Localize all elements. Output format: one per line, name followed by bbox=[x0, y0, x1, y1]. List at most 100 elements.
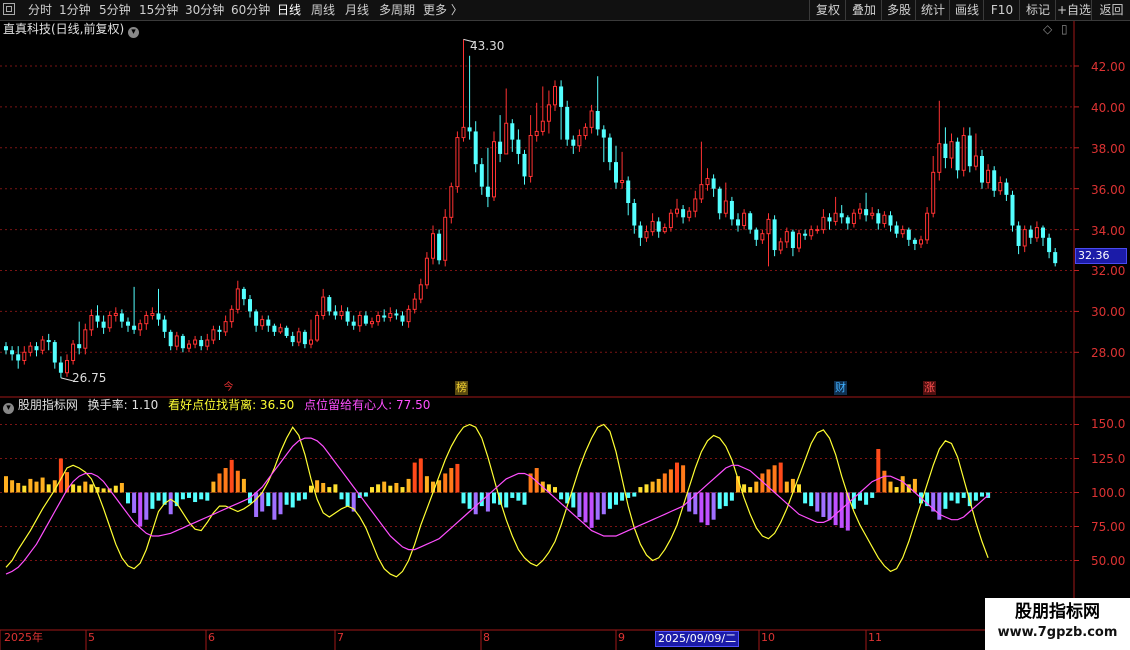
turnover-bar bbox=[235, 470, 240, 493]
turnover-bar bbox=[217, 473, 222, 493]
candle-body bbox=[961, 135, 966, 171]
mark-button[interactable]: 标记 bbox=[1019, 0, 1056, 20]
turnover-bar bbox=[595, 492, 600, 520]
window-layout-icon[interactable] bbox=[3, 3, 15, 15]
turnover-bar bbox=[437, 480, 442, 493]
candle-body bbox=[687, 210, 692, 218]
dropdown-icon[interactable]: ▾ bbox=[128, 27, 140, 38]
panel-toggle-icon[interactable]: ▯ bbox=[1061, 22, 1068, 36]
event-tag-limit-up[interactable]: 涨 bbox=[923, 381, 936, 395]
turnover-bar bbox=[126, 492, 130, 504]
multi-stock-button[interactable]: 多股 bbox=[881, 0, 916, 20]
adjust-button[interactable]: 复权 bbox=[809, 0, 846, 20]
turnover-bar bbox=[321, 482, 326, 493]
candle-body bbox=[223, 321, 228, 333]
turnover-bar bbox=[748, 487, 753, 493]
candle-body bbox=[797, 233, 801, 249]
turnover-bar bbox=[772, 465, 777, 493]
candle-body bbox=[199, 340, 204, 347]
period-tab-60min[interactable]: 60分钟 bbox=[231, 2, 270, 18]
candle-body bbox=[180, 335, 185, 349]
candle-body bbox=[638, 225, 643, 238]
candle-body bbox=[461, 126, 466, 139]
turnover-bar bbox=[784, 481, 789, 493]
turnover-bar bbox=[583, 492, 588, 523]
diamond-icon[interactable]: ◇ bbox=[1043, 22, 1052, 36]
candle-body bbox=[998, 182, 1003, 192]
turnover-bar bbox=[559, 492, 564, 500]
period-tab-15min[interactable]: 15分钟 bbox=[139, 2, 178, 18]
turnover-bar bbox=[461, 492, 466, 504]
turnover-bar bbox=[339, 492, 344, 500]
event-tag-list[interactable]: 榜 bbox=[455, 381, 468, 395]
candle-body bbox=[711, 178, 716, 189]
candle-body bbox=[4, 346, 8, 351]
turnover-bar bbox=[150, 492, 155, 509]
turnover-bar bbox=[467, 492, 472, 509]
more-periods-button[interactable]: 更多 〉 bbox=[423, 2, 463, 18]
candle-body bbox=[193, 339, 198, 345]
candle-body bbox=[833, 212, 838, 222]
turnover-bar bbox=[34, 481, 39, 493]
candle-body bbox=[437, 233, 442, 261]
kline-chart[interactable] bbox=[0, 21, 1130, 650]
candle-body bbox=[906, 229, 911, 240]
turnover-bar bbox=[662, 473, 667, 493]
overlay-button[interactable]: 叠加 bbox=[845, 0, 882, 20]
candle-body bbox=[632, 203, 637, 226]
period-tab-5min[interactable]: 5分钟 bbox=[99, 2, 131, 18]
candle-body bbox=[1041, 227, 1045, 238]
candle-body bbox=[900, 229, 905, 235]
turnover-bar bbox=[516, 492, 521, 501]
period-tab-monthly[interactable]: 月线 bbox=[345, 2, 369, 18]
candle-body bbox=[321, 296, 326, 316]
turnover-bar bbox=[40, 477, 45, 493]
candle-body bbox=[980, 155, 984, 183]
indicator-menu-icon[interactable]: ▾ bbox=[3, 403, 14, 414]
candle-body bbox=[1022, 229, 1027, 247]
period-tab-timeshare[interactable]: 分时 bbox=[28, 2, 52, 18]
f10-button[interactable]: F10 bbox=[983, 0, 1020, 20]
indicator-name[interactable]: 股朋指标网 bbox=[18, 398, 78, 412]
turnover-bar bbox=[144, 492, 149, 520]
turnover-bar bbox=[284, 492, 289, 505]
turnover-bar bbox=[980, 492, 984, 497]
candle-body bbox=[95, 315, 100, 322]
candle-body bbox=[89, 314, 94, 331]
candle-body bbox=[516, 139, 521, 154]
turnover-bar bbox=[388, 485, 393, 493]
candle-body bbox=[113, 312, 118, 316]
low-price-label: 26.75 bbox=[72, 371, 107, 385]
candle-body bbox=[473, 131, 478, 165]
period-tab-weekly[interactable]: 周线 bbox=[311, 2, 335, 18]
turnover-bar bbox=[290, 492, 295, 508]
turnover-bar bbox=[376, 484, 381, 493]
candle-body bbox=[22, 351, 27, 361]
back-button[interactable]: 返回 bbox=[1091, 0, 1130, 20]
candle-body bbox=[400, 315, 405, 322]
candle-body bbox=[553, 85, 557, 106]
price-tick: 36.00 bbox=[1091, 183, 1126, 197]
statistics-button[interactable]: 统计 bbox=[915, 0, 950, 20]
candle-body bbox=[912, 239, 917, 244]
turnover-bar bbox=[607, 492, 612, 509]
period-tab-daily[interactable]: 日线 bbox=[277, 2, 301, 18]
draw-line-button[interactable]: 画线 bbox=[949, 0, 984, 20]
turnover-bar bbox=[656, 478, 661, 493]
add-favorite-button[interactable]: +自选 bbox=[1055, 0, 1092, 20]
indicator-tick: 125.0 bbox=[1091, 452, 1126, 466]
period-tab-30min[interactable]: 30分钟 bbox=[185, 2, 224, 18]
candle-body bbox=[418, 284, 423, 300]
period-tab-multi[interactable]: 多周期 bbox=[379, 2, 415, 18]
turnover-bar bbox=[278, 492, 283, 515]
turnover-bar bbox=[754, 481, 759, 493]
turnover-bar bbox=[705, 492, 710, 526]
event-tag-today[interactable]: 今 bbox=[222, 381, 235, 395]
turnover-bar bbox=[668, 469, 673, 493]
event-tag-finance[interactable]: 财 bbox=[834, 381, 847, 395]
period-tab-1min[interactable]: 1分钟 bbox=[59, 2, 91, 18]
candle-body bbox=[888, 215, 893, 226]
turnover-bar bbox=[955, 492, 960, 504]
turnover-bar bbox=[522, 492, 527, 505]
turnover-bar bbox=[492, 492, 496, 504]
